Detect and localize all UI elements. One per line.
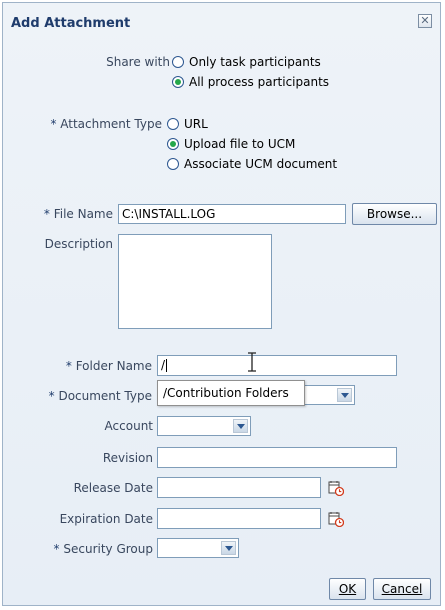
folder-name-value: / <box>161 358 166 372</box>
required-marker: * <box>53 542 60 556</box>
folder-name-input[interactable]: / <box>157 355 397 376</box>
radio-button-icon <box>172 56 184 68</box>
radio-label: URL <box>184 117 208 131</box>
text-caret <box>166 359 168 372</box>
attachment-type-label: * Attachment Type <box>50 117 162 131</box>
required-marker: * <box>43 207 50 221</box>
release-date-input[interactable] <box>157 477 321 498</box>
radio-label: All process participants <box>189 75 330 89</box>
radio-button-icon <box>167 118 179 130</box>
folder-suggestion-item[interactable]: /Contribution Folders <box>163 386 289 400</box>
document-type-label: * Document Type <box>48 389 152 403</box>
required-marker: * <box>50 117 57 131</box>
radio-button-icon <box>167 158 179 170</box>
browse-button[interactable]: Browse... <box>352 203 437 225</box>
folder-name-label: * Folder Name <box>65 359 152 373</box>
share-with-label: Share with <box>106 55 170 69</box>
radio-button-selected-icon <box>172 76 184 88</box>
account-label: Account <box>104 419 153 433</box>
calendar-icon[interactable] <box>328 480 344 496</box>
close-icon[interactable]: ✕ <box>418 14 432 28</box>
radio-all-process-participants[interactable]: All process participants <box>172 75 329 89</box>
text-cursor-icon <box>248 352 256 372</box>
radio-only-task-participants[interactable]: Only task participants <box>172 55 321 69</box>
account-select[interactable] <box>157 416 251 436</box>
chevron-down-icon[interactable] <box>221 541 236 555</box>
revision-input[interactable] <box>157 447 397 468</box>
revision-label: Revision <box>102 451 153 465</box>
file-name-input[interactable]: C:\INSTALL.LOG <box>118 204 346 224</box>
required-marker: * <box>48 389 55 403</box>
radio-upload-file-to-ucm[interactable]: Upload file to UCM <box>167 137 295 151</box>
radio-url[interactable]: URL <box>167 117 208 131</box>
description-textarea[interactable] <box>118 234 272 329</box>
file-name-label: * File Name <box>43 207 113 221</box>
calendar-icon[interactable] <box>328 511 344 527</box>
security-group-label: * Security Group <box>53 542 153 556</box>
radio-button-selected-icon <box>167 138 179 150</box>
radio-label: Only task participants <box>189 55 321 69</box>
required-marker: * <box>65 359 72 373</box>
dialog-title: Add Attachment <box>11 16 131 31</box>
expiration-date-input[interactable] <box>157 508 321 529</box>
description-label: Description <box>44 237 113 251</box>
folder-suggestion-popup: /Contribution Folders <box>157 380 305 406</box>
radio-associate-ucm-document[interactable]: Associate UCM document <box>167 157 337 171</box>
expiration-date-label: Expiration Date <box>59 512 153 526</box>
radio-label: Associate UCM document <box>184 157 338 171</box>
release-date-label: Release Date <box>73 481 153 495</box>
cancel-button[interactable]: Cancel <box>373 578 431 600</box>
chevron-down-icon[interactable] <box>337 388 352 402</box>
ok-button[interactable]: OK <box>329 578 366 600</box>
chevron-down-icon[interactable] <box>233 419 248 433</box>
security-group-select[interactable] <box>157 538 239 558</box>
radio-label: Upload file to UCM <box>184 137 296 151</box>
